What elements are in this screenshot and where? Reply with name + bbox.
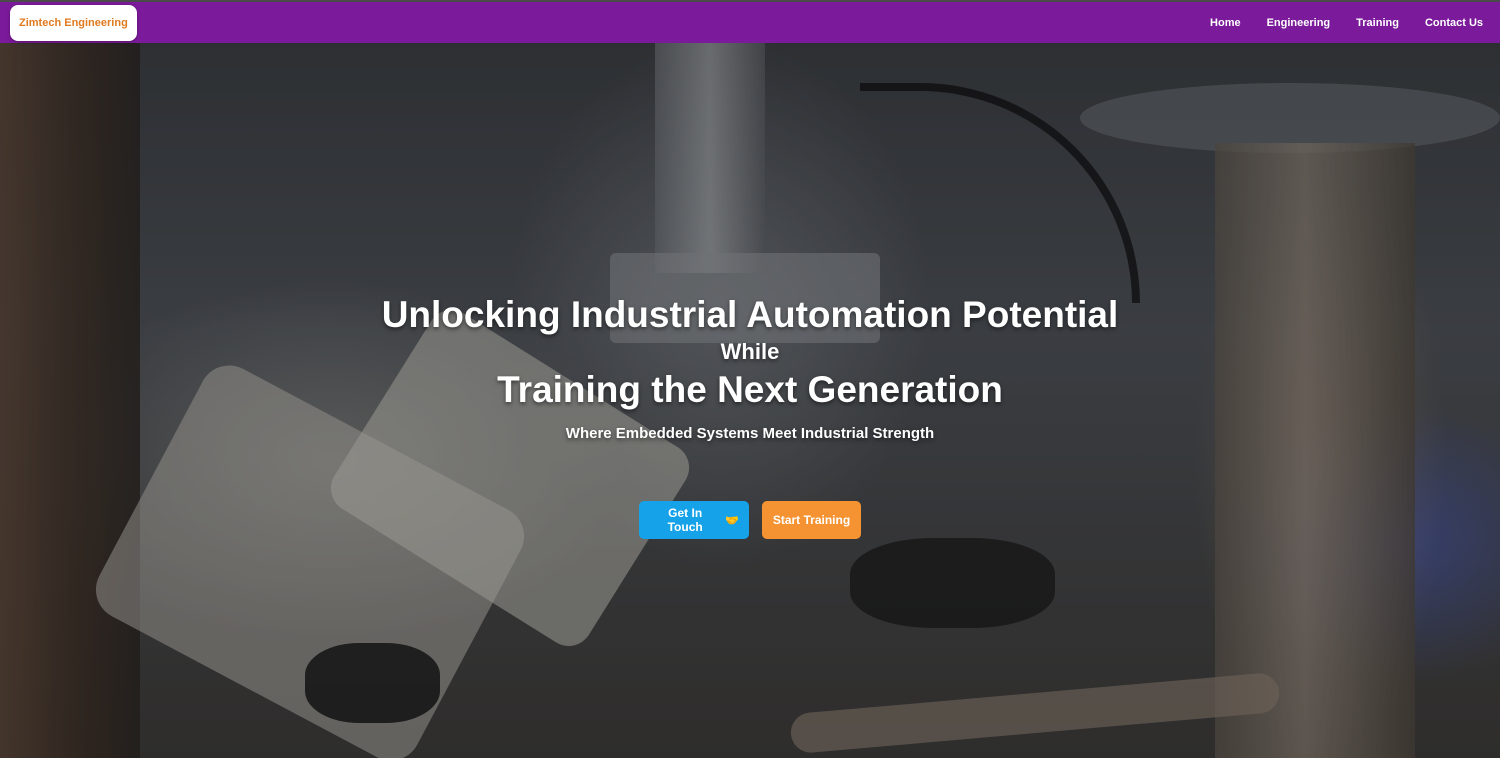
hero-heading-line3: Training the Next Generation xyxy=(497,369,1003,410)
hero-heading-block: Unlocking Industrial Automation Potentia… xyxy=(0,293,1500,442)
get-in-touch-button[interactable]: Get In Touch 🤝 xyxy=(639,501,749,539)
nav-link-engineering[interactable]: Engineering xyxy=(1267,17,1331,29)
nav-links: Home Engineering Training Contact Us xyxy=(1210,17,1483,29)
start-training-button[interactable]: Start Training xyxy=(762,501,861,539)
top-navbar: Zimtech Engineering Home Engineering Tra… xyxy=(0,2,1500,43)
start-training-label: Start Training xyxy=(772,513,851,527)
brand-name: Zimtech Engineering xyxy=(19,16,128,29)
hero-section: Unlocking Industrial Automation Potentia… xyxy=(0,43,1500,758)
handshake-icon: 🤝 xyxy=(725,514,739,527)
hero-heading-line2: While xyxy=(720,339,780,364)
get-in-touch-label: Get In Touch xyxy=(667,506,703,534)
nav-link-contact-us[interactable]: Contact Us xyxy=(1425,17,1483,29)
hero-tagline: Where Embedded Systems Meet Industrial S… xyxy=(565,425,935,442)
brand-logo-button[interactable]: Zimtech Engineering xyxy=(10,4,137,41)
nav-link-home[interactable]: Home xyxy=(1210,17,1241,29)
nav-link-training[interactable]: Training xyxy=(1356,17,1399,29)
hero-cta-row: Get In Touch 🤝 Start Training xyxy=(0,501,1500,539)
hero-heading-line1: Unlocking Industrial Automation Potentia… xyxy=(381,294,1119,335)
